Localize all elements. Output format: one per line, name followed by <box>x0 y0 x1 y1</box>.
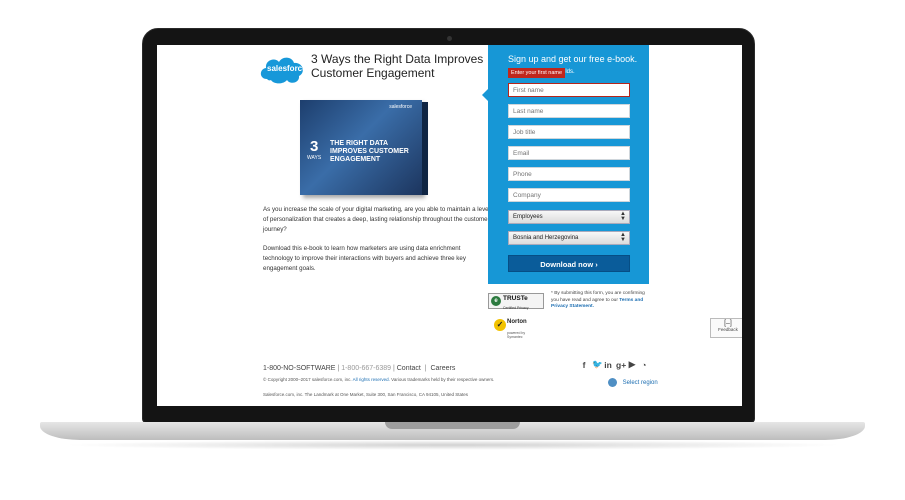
job-title-field[interactable] <box>508 125 630 139</box>
laptop-base <box>40 422 865 440</box>
truste-badge[interactable]: e TRUSTe Certified Privacy <box>488 293 544 310</box>
rss-icon[interactable]: ◔ <box>640 360 648 370</box>
last-name-field[interactable] <box>508 104 630 118</box>
norton-label: Norton <box>507 319 527 325</box>
footer-phone-number[interactable]: 1-800-667-6389 <box>341 365 391 372</box>
first-name-field[interactable] <box>508 83 630 97</box>
select-region-label: Select region <box>622 380 658 387</box>
feedback-button[interactable]: [–] Feedback <box>710 318 742 338</box>
facebook-icon[interactable]: f <box>580 360 588 370</box>
phone-field[interactable] <box>508 167 630 181</box>
googleplus-icon[interactable]: g+ <box>616 360 626 370</box>
ebook-number: 3 <box>310 138 319 155</box>
ebook-ways: WAYS <box>307 155 322 161</box>
browser-screen: salesforce 3 Ways the Right Data Improve… <box>157 45 742 406</box>
social-links: f 🐦 in g+ ▶ ◔ <box>580 359 648 370</box>
truste-label: TRUSTe <box>503 295 528 302</box>
camera-icon <box>447 36 452 41</box>
truste-sub-label: Certified Privacy <box>503 306 529 310</box>
feedback-icon: [–] <box>724 320 732 327</box>
norton-badge[interactable]: ✓ Norton powered by Symantec <box>494 317 536 339</box>
careers-link[interactable]: Careers <box>430 365 455 372</box>
feedback-label: Feedback <box>718 327 738 332</box>
rights-link[interactable]: All rights reserved. <box>353 377 390 382</box>
ebook-title: THE RIGHT DATA IMPROVES CUSTOMER ENGAGEM… <box>330 140 409 163</box>
logo-text: salesforce <box>267 64 307 73</box>
employees-select[interactable]: Employees ▲ ▼ <box>508 210 630 224</box>
select-caret-icon: ▲ ▼ <box>620 232 626 243</box>
footer-phone-word: 1-800-NO-SOFTWARE <box>263 365 336 372</box>
email-field[interactable] <box>508 146 630 160</box>
ebook-brand: salesforce <box>389 104 412 110</box>
copyright-text: © Copyright 2000–2017 salesforce.com, in… <box>263 377 495 382</box>
select-caret-icon: ▲ ▼ <box>620 211 626 222</box>
company-field[interactable] <box>508 188 630 202</box>
download-now-button[interactable]: Download now › <box>508 255 630 272</box>
legal-note: * By submitting this form, you are confi… <box>551 291 651 311</box>
country-select[interactable]: Bosnia and Herzegovina ▲ ▼ <box>508 231 630 245</box>
laptop-notch <box>385 422 520 429</box>
norton-check-icon: ✓ <box>494 319 506 331</box>
employees-select-value: Employees <box>513 214 543 220</box>
footer-links: 1-800-NO-SOFTWARE | 1-800-667-6389 | Con… <box>263 365 456 372</box>
norton-sub-label: powered by Symantec <box>507 331 526 339</box>
signup-form-panel <box>488 45 649 284</box>
description-paragraph: Download this e-book to learn how market… <box>263 245 466 272</box>
youtube-icon[interactable]: ▶ <box>628 359 636 370</box>
select-region-link[interactable]: Select region <box>608 378 658 387</box>
ebook-cover-image: salesforce 3 WAYS THE RIGHT DATA IMPROVE… <box>300 100 428 198</box>
truste-logo-icon: e <box>491 296 501 306</box>
ebook-cover: salesforce 3 WAYS THE RIGHT DATA IMPROVE… <box>300 100 422 195</box>
form-heading: Sign up and get our free e-book. <box>508 54 638 64</box>
linkedin-icon[interactable]: in <box>604 360 612 370</box>
company-address: Salesforce.com, inc. The Landmark at One… <box>263 392 469 397</box>
error-tooltip: Enter your first name <box>508 68 566 78</box>
ebook-spine <box>422 102 428 195</box>
laptop-lid: salesforce 3 Ways the Right Data Improve… <box>142 28 755 423</box>
intro-paragraph: As you increase the scale of your digita… <box>263 206 490 233</box>
contact-link[interactable]: Contact <box>397 365 421 372</box>
twitter-icon[interactable]: 🐦 <box>592 359 603 370</box>
globe-icon <box>608 378 617 387</box>
page-title: 3 Ways the Right Data Improves Customer … <box>311 52 484 80</box>
laptop-shadow <box>60 440 845 450</box>
country-select-value: Bosnia and Herzegovina <box>513 235 579 241</box>
